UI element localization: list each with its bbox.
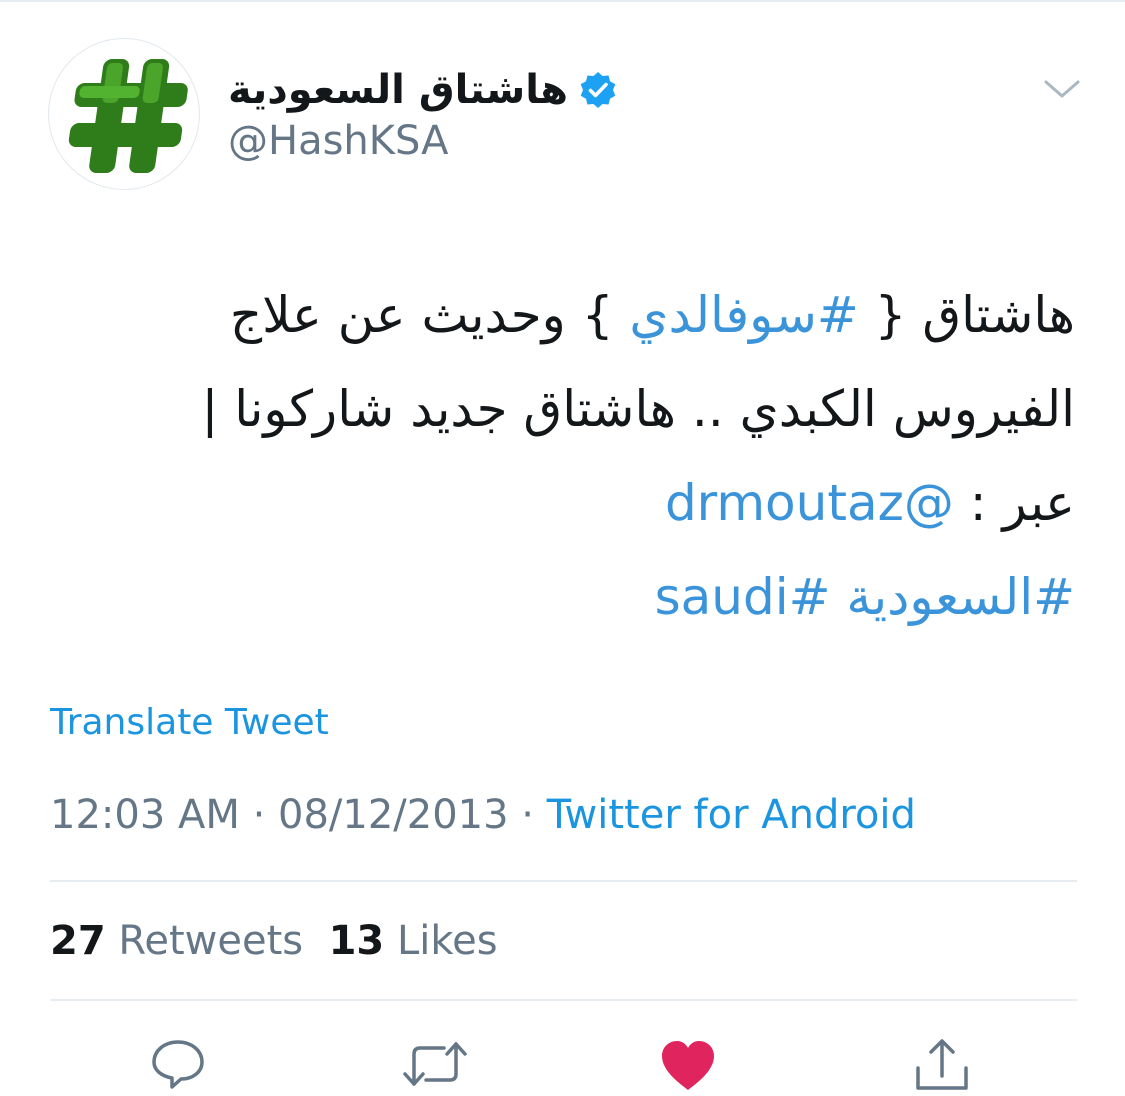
author-display-name[interactable]: هاشتاق السعودية <box>228 67 568 113</box>
retweets-label: Retweets <box>118 918 304 964</box>
likes-stat[interactable]: 13 Likes <box>329 918 498 964</box>
tweet-time: 12:03 AM <box>50 792 240 838</box>
author-name-row[interactable]: هاشتاق السعودية <box>228 62 618 118</box>
meta-separator: · <box>239 792 279 838</box>
avatar[interactable] <box>48 38 200 190</box>
tweet-text-part: } وحديث عن علاج <box>229 286 630 344</box>
tweet-line-4: #السعودية #saudi <box>35 550 1075 644</box>
likes-label: Likes <box>396 918 498 964</box>
tweet-text-part: عبر : <box>953 474 1075 532</box>
meta-separator: · <box>508 792 547 838</box>
divider <box>50 999 1077 1001</box>
hashtag-link[interactable]: #السعودية <box>846 568 1075 626</box>
retweets-stat[interactable]: 27 Retweets <box>50 918 303 964</box>
hashtag-link[interactable]: #سوفالدي <box>629 286 858 344</box>
top-border <box>0 0 1125 2</box>
hashtag-link[interactable]: #saudi <box>655 568 831 626</box>
share-icon[interactable] <box>912 1036 972 1092</box>
mention-link[interactable]: @drmoutaz <box>665 474 954 532</box>
hashtag-logo-icon <box>68 59 188 173</box>
divider <box>50 880 1077 882</box>
likes-count: 13 <box>328 918 385 964</box>
chevron-down-icon[interactable] <box>1040 72 1084 108</box>
tweet-line-1: هاشتاق { #سوفالدي } وحديث عن علاج <box>35 268 1075 362</box>
retweets-count: 27 <box>50 918 106 964</box>
tweet-line-3: عبر : @drmoutaz <box>35 456 1075 550</box>
reply-icon[interactable] <box>148 1036 208 1092</box>
retweet-icon[interactable] <box>400 1036 470 1092</box>
tweet-text: هاشتاق { #سوفالدي } وحديث عن علاج الفيرو… <box>35 268 1075 644</box>
tweet-date: 08/12/2013 <box>278 792 509 838</box>
tweet-line-2: الفيروس الكبدي .. هاشتاق جديد شاركونا | <box>201 380 1075 438</box>
translate-tweet-link[interactable]: Translate Tweet <box>50 702 329 743</box>
author-handle[interactable]: @HashKSA <box>228 118 449 164</box>
tweet-text-part: هاشتاق { <box>858 286 1075 344</box>
verified-badge-icon <box>578 70 618 110</box>
heart-icon[interactable] <box>658 1036 718 1092</box>
tweet-meta: 12:03 AM · 08/12/2013 · Twitter for Andr… <box>50 792 916 838</box>
tweet-source-link[interactable]: Twitter for Android <box>547 792 916 838</box>
tweet-stats: 27 Retweets 13 Likes <box>50 918 498 964</box>
